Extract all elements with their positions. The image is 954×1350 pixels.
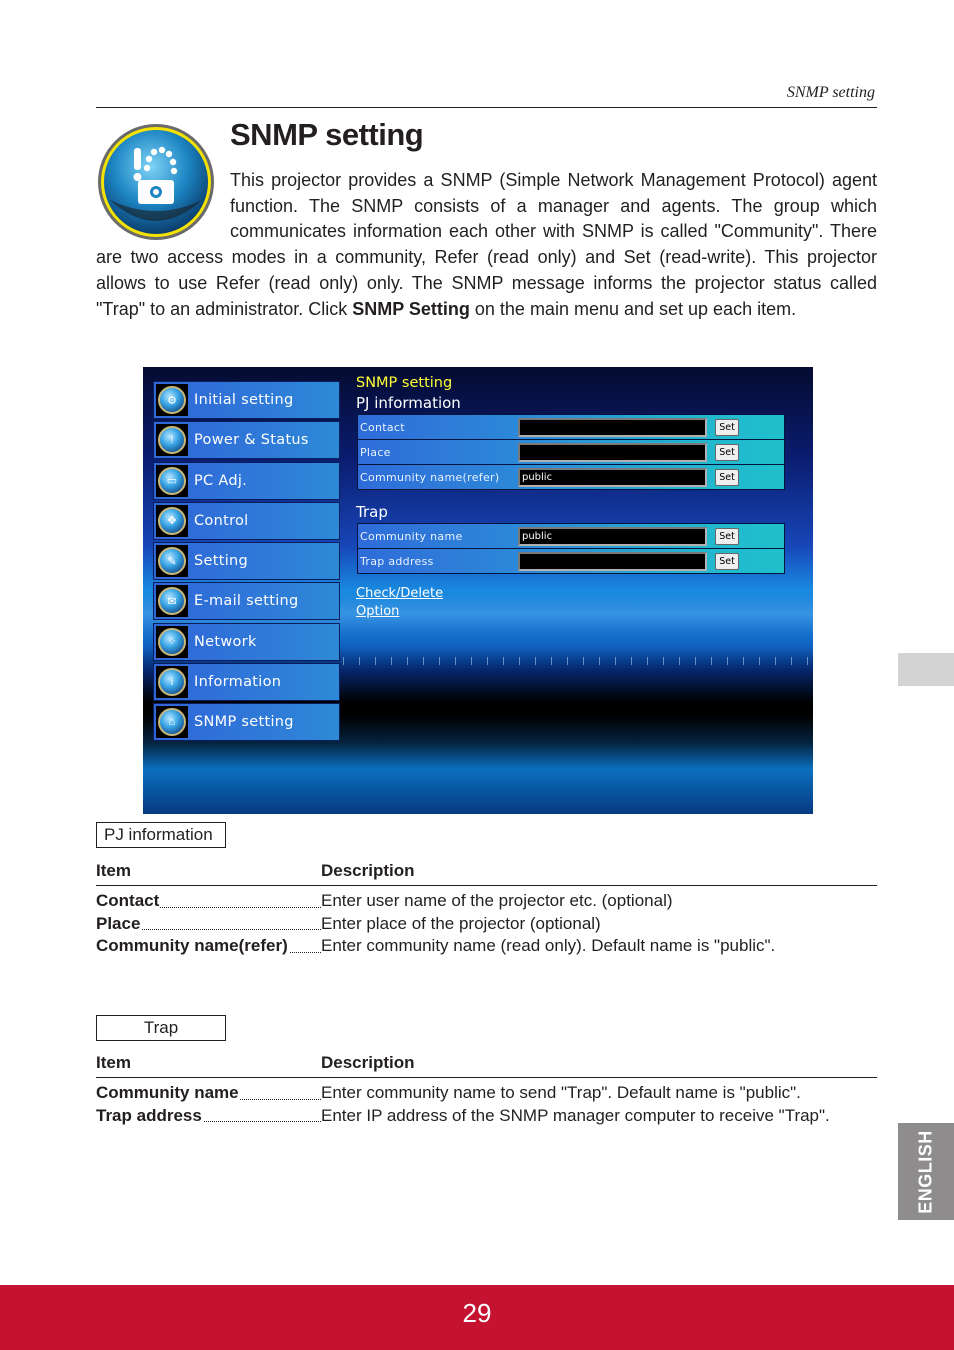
trap-table-header: Item Description [96, 1053, 877, 1078]
language-tab: ENGLISH [898, 1123, 954, 1220]
control-pad-icon: ✥ [158, 506, 186, 535]
item-name: Community name(refer) [96, 936, 289, 955]
field-label: Community name [360, 529, 463, 543]
col-description: Description [321, 861, 415, 880]
item-description: Enter user name of the projector etc. (o… [321, 891, 673, 910]
menu-item-control[interactable]: ✥ Control [153, 501, 340, 540]
check-delete-link[interactable]: Check/Delete [356, 586, 443, 601]
chapter-tab [898, 653, 954, 686]
trap-label-box: Trap [96, 1015, 226, 1041]
panel-title: SNMP setting [356, 375, 453, 391]
menu-item-setting[interactable]: ✎ Setting [153, 542, 340, 581]
table-row: Place Enter place of the projector (opti… [96, 913, 877, 936]
community-refer-set-button[interactable]: Set [715, 468, 739, 486]
footer-bar: 29 [0, 1285, 954, 1350]
field-label: Trap address [360, 554, 434, 568]
menu-item-power-status[interactable]: ! Power & Status [153, 421, 340, 460]
form-row-contact: Contact Set [358, 415, 784, 440]
network-icon: ⁘ [158, 627, 186, 656]
web-control-screenshot: ⚙ Initial setting ! Power & Status ▭ PC Adj… [143, 367, 813, 814]
page-title: SNMP setting [230, 117, 424, 152]
language-label: ENGLISH [915, 1129, 936, 1214]
trap-form: Community name public Set Trap address S… [357, 523, 785, 574]
item-description: Enter community name (read only). Defaul… [321, 936, 776, 955]
monitor-icon: ▭ [158, 466, 186, 495]
contact-set-button[interactable]: Set [715, 418, 739, 436]
running-head: SNMP setting [786, 84, 875, 101]
pj-information-label-box: PJ information [96, 822, 226, 848]
menu-item-snmp-setting[interactable]: ⌂ SNMP setting [153, 703, 340, 742]
menu-label: E-mail setting [194, 593, 299, 610]
menu-label: Initial setting [194, 392, 294, 408]
menu-item-pc-adj[interactable]: ▭ PC Adj. [153, 461, 340, 500]
item-name: Community name [96, 1083, 240, 1102]
contact-input[interactable] [518, 417, 707, 437]
trap-community-input[interactable]: public [518, 526, 707, 546]
pj-information-form: Contact Set Place Set Community name(ref… [357, 414, 785, 490]
form-row-community-refer: Community name(refer) public Set [358, 465, 784, 489]
info-icon: i [158, 668, 186, 697]
item-name: Trap address [96, 1105, 203, 1125]
col-item: Item [96, 861, 131, 880]
menu-label: Information [194, 674, 282, 691]
menu-label: Power & Status [194, 432, 309, 449]
menu-label: Setting [194, 553, 249, 570]
background-ticks [343, 657, 813, 665]
menu-item-initial-setting[interactable]: ⚙ Initial setting [153, 381, 340, 419]
form-row-trap-address: Trap address Set [358, 549, 784, 573]
item-name: Place [96, 913, 142, 933]
intro-text-2: on the main menu and set up each item. [469, 298, 797, 319]
intro-paragraph: This projector provides a SNMP (Simple N… [96, 168, 877, 322]
menu-item-information[interactable]: i Information [153, 663, 340, 702]
item-description: Enter community name to send "Trap". Def… [321, 1083, 801, 1102]
place-input[interactable] [518, 442, 707, 462]
form-row-place: Place Set [358, 440, 784, 465]
trap-address-input[interactable] [518, 551, 707, 571]
menu-label: PC Adj. [194, 472, 248, 489]
trap-community-set-button[interactable]: Set [715, 527, 739, 545]
intro-bold-menu: SNMP Setting [352, 298, 470, 319]
tools-icon: ✎ [158, 547, 186, 576]
community-refer-input[interactable]: public [518, 467, 707, 487]
table-row: Trap address Enter IP address of the SNM… [96, 1105, 877, 1128]
col-description: Description [321, 1053, 415, 1072]
main-menu: ⚙ Initial setting ! Power & Status ▭ PC Adj… [153, 381, 340, 744]
menu-label: Network [194, 633, 257, 650]
table-row: Contact Enter user name of the projector… [96, 890, 877, 913]
option-link[interactable]: Option [356, 604, 399, 619]
menu-label: Control [194, 512, 249, 529]
table-row: Community name Enter community name to s… [96, 1082, 877, 1105]
place-set-button[interactable]: Set [715, 443, 739, 461]
field-label: Place [360, 445, 391, 459]
envelope-icon: ✉ [158, 587, 186, 616]
menu-label: SNMP setting [194, 714, 294, 731]
form-row-trap-community: Community name public Set [358, 524, 784, 549]
field-label: Contact [360, 420, 405, 434]
gear-icon: ⚙ [158, 386, 186, 414]
col-item: Item [96, 1053, 131, 1072]
power-status-icon: ! [158, 426, 186, 455]
header-rule [96, 107, 877, 108]
table-row: Community name(refer) Enter community na… [96, 935, 877, 958]
snmp-icon: ⌂ [158, 708, 186, 737]
item-description: Enter place of the projector (optional) [321, 913, 601, 933]
item-description: Enter IP address of the SNMP manager com… [321, 1105, 830, 1125]
menu-item-network[interactable]: ⁘ Network [153, 622, 340, 661]
pj-table-header: Item Description [96, 861, 877, 886]
trap-heading: Trap [356, 503, 388, 521]
trap-address-set-button[interactable]: Set [715, 552, 739, 570]
field-label: Community name(refer) [360, 470, 500, 484]
pj-information-heading: PJ information [356, 394, 461, 412]
menu-item-email-setting[interactable]: ✉ E-mail setting [153, 582, 340, 621]
page-number: 29 [462, 1298, 492, 1328]
item-name: Contact [96, 891, 161, 910]
